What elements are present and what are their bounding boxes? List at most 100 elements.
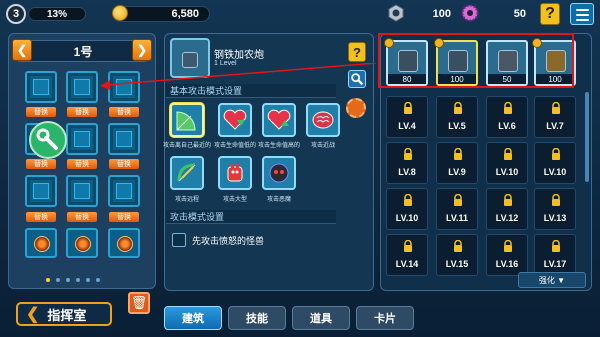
swap-button[interactable]: 替换 xyxy=(67,159,97,169)
padlock-icon xyxy=(404,102,412,114)
swap-button[interactable]: 替换 xyxy=(109,107,139,117)
gear-counter: 50 xyxy=(513,8,526,20)
padlock-icon xyxy=(404,240,412,252)
locked-building-card[interactable]: LV.6 xyxy=(486,96,528,138)
locked-building-card[interactable]: LV.5 xyxy=(436,96,478,138)
tab-skills[interactable]: 技能 xyxy=(228,306,286,330)
required-level: LV.17 xyxy=(543,259,567,269)
required-level: LV.12 xyxy=(495,213,519,223)
skill-heart-up-icon[interactable] xyxy=(262,103,296,137)
required-level: LV.10 xyxy=(543,167,567,177)
menu-bar-icon xyxy=(576,19,589,21)
swap-button[interactable]: 替换 xyxy=(26,212,56,222)
menu-button[interactable] xyxy=(570,3,594,25)
tab-items[interactable]: 道具 xyxy=(292,306,350,330)
required-level: LV.6 xyxy=(498,121,516,131)
skill-label: 攻击离自己最近的 xyxy=(163,143,212,149)
annotation-arrow xyxy=(100,63,376,90)
prev-loadout-button[interactable]: ❮ xyxy=(12,39,32,61)
tab-buildings[interactable]: 建筑 xyxy=(164,306,222,330)
player-level-badge: 3 xyxy=(6,4,26,24)
strengthen-dropdown[interactable]: 强化 ▼ xyxy=(518,272,586,288)
loadout-slot[interactable] xyxy=(25,71,57,103)
command-room-button[interactable]: ❮ 指挥室 xyxy=(16,302,112,326)
locked-building-card[interactable]: LV.11 xyxy=(436,188,478,230)
required-level: LV.13 xyxy=(543,213,567,223)
skill-brain-icon[interactable] xyxy=(306,103,340,137)
locked-building-card[interactable]: LV.10 xyxy=(386,188,428,230)
scrollbar[interactable] xyxy=(585,92,589,182)
loadout-title: 1号 xyxy=(73,45,93,59)
required-level: LV.9 xyxy=(448,167,466,177)
required-level: LV.10 xyxy=(495,167,519,177)
skill-label: 攻击远程 xyxy=(174,197,199,203)
locked-building-card[interactable]: LV.12 xyxy=(486,188,528,230)
padlock-icon xyxy=(504,148,512,160)
locked-slot-icon[interactable] xyxy=(25,228,57,258)
turret-help-button[interactable]: ? xyxy=(348,42,366,62)
page-dot[interactable] xyxy=(46,278,50,282)
locked-building-card[interactable]: LV.10 xyxy=(486,142,528,184)
page-dot[interactable] xyxy=(66,278,70,282)
swap-button[interactable]: 替换 xyxy=(109,212,139,222)
coin-icon xyxy=(112,5,128,21)
locked-building-card[interactable]: LV.10 xyxy=(534,142,576,184)
page-dot[interactable] xyxy=(76,278,80,282)
skill-skull-icon[interactable] xyxy=(262,156,296,190)
skill-bow-icon[interactable] xyxy=(170,156,204,190)
skill-big-monster-icon[interactable] xyxy=(218,156,252,190)
locked-building-card[interactable]: LV.4 xyxy=(386,96,428,138)
swap-button[interactable]: 替换 xyxy=(26,159,56,169)
padlock-icon xyxy=(454,102,462,114)
wrench-icon[interactable] xyxy=(29,121,67,159)
wrench-glyph-icon xyxy=(36,128,58,150)
skill-label: 攻击恶魔 xyxy=(266,197,291,203)
locked-building-card[interactable]: LV.16 xyxy=(486,234,528,276)
locked-slot-icon[interactable] xyxy=(66,228,98,258)
skill-heart-down-icon[interactable] xyxy=(218,103,252,137)
skill-radar-icon[interactable] xyxy=(170,103,204,137)
loadout-slot[interactable] xyxy=(108,123,140,155)
menu-bar-icon xyxy=(576,14,589,16)
loadout-slot[interactable] xyxy=(66,175,98,207)
required-level: LV.11 xyxy=(445,213,469,223)
padlock-icon xyxy=(552,148,560,160)
locked-building-card[interactable]: LV.7 xyxy=(534,96,576,138)
trash-icon[interactable]: 🗑 xyxy=(128,292,150,314)
settings-gear-icon[interactable] xyxy=(346,98,366,118)
page-dot[interactable] xyxy=(86,278,90,282)
swap-button[interactable]: 替换 xyxy=(109,159,139,169)
xp-progress-bar: 13% xyxy=(28,7,86,21)
locked-building-card[interactable]: LV.8 xyxy=(386,142,428,184)
next-loadout-button[interactable]: ❯ xyxy=(132,39,152,61)
required-level: LV.5 xyxy=(448,121,466,131)
loadout-slot[interactable] xyxy=(108,175,140,207)
tab-cards[interactable]: 卡片 xyxy=(356,306,414,330)
padlock-icon xyxy=(504,102,512,114)
swap-button[interactable]: 替换 xyxy=(67,107,97,117)
padlock-icon xyxy=(552,194,560,206)
swap-button[interactable]: 替换 xyxy=(26,107,56,117)
padlock-icon xyxy=(552,240,560,252)
swap-button[interactable]: 替换 xyxy=(67,212,97,222)
required-level: LV.15 xyxy=(445,259,469,269)
help-button[interactable]: ? xyxy=(540,3,560,25)
page-dot[interactable] xyxy=(56,278,60,282)
attack-angry-checkbox[interactable] xyxy=(172,233,186,247)
locked-building-card[interactable]: LV.13 xyxy=(534,188,576,230)
page-dot[interactable] xyxy=(96,278,100,282)
padlock-icon xyxy=(454,194,462,206)
bow-icon xyxy=(177,163,196,182)
loadout-slot[interactable] xyxy=(66,123,98,155)
loadout-slot[interactable] xyxy=(25,175,57,207)
locked-building-card[interactable]: LV.17 xyxy=(534,234,576,276)
command-room-label: 指挥室 xyxy=(47,307,87,323)
skill-label: 攻击生命值低的 xyxy=(213,143,256,149)
loadout-slot[interactable] xyxy=(66,71,98,103)
locked-building-card[interactable]: LV.15 xyxy=(436,234,478,276)
locked-slot-icon[interactable] xyxy=(108,228,140,258)
padlock-icon xyxy=(404,194,412,206)
locked-building-card[interactable]: LV.9 xyxy=(436,142,478,184)
skull-icon xyxy=(269,163,289,183)
locked-building-card[interactable]: LV.14 xyxy=(386,234,428,276)
